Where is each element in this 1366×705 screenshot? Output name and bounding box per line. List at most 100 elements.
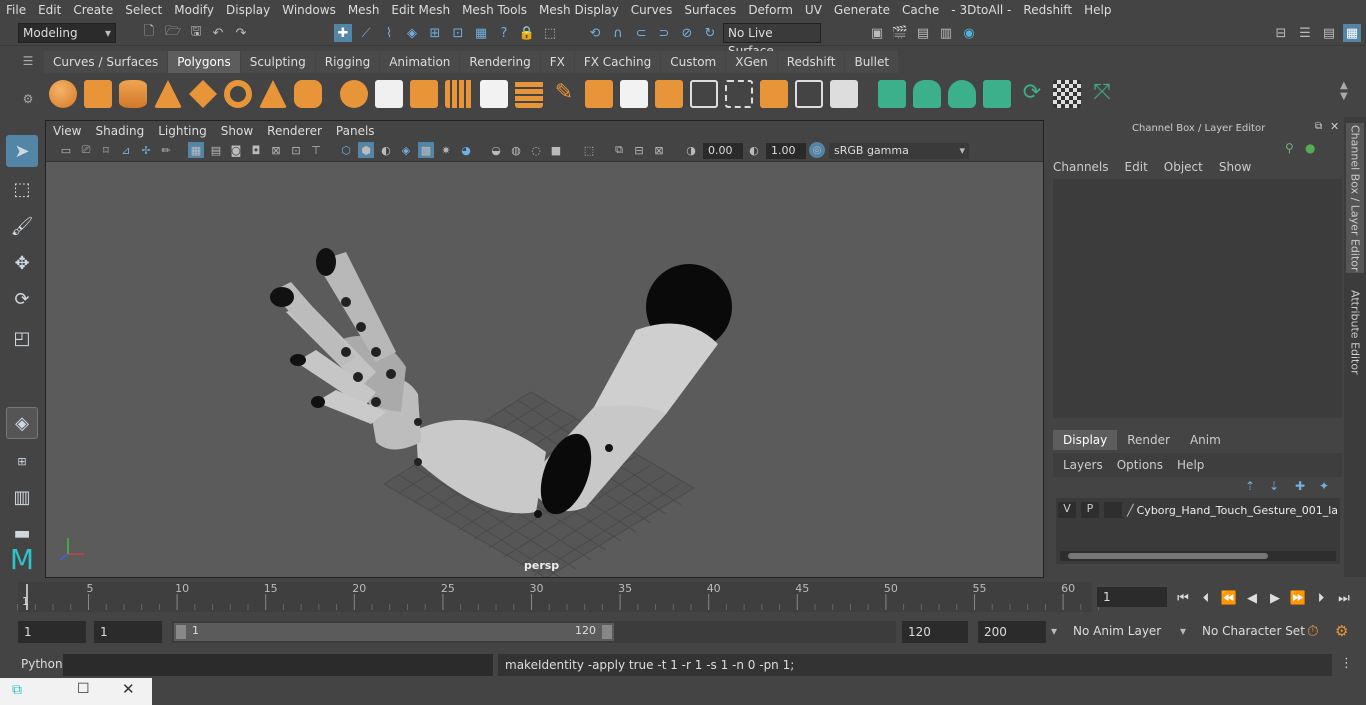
render-frame-icon[interactable]: 🎬 (891, 24, 909, 42)
poly-pyramid-icon[interactable] (259, 80, 287, 108)
tab-custom[interactable]: Custom (661, 51, 726, 73)
four-view-layout-icon[interactable]: ⊞ (6, 445, 38, 477)
go-to-end-icon[interactable]: ⏭ (1335, 589, 1353, 607)
use-all-lights-icon[interactable]: ✷ (438, 142, 454, 158)
tab-rendering[interactable]: Rendering (460, 51, 540, 73)
menu-edit[interactable]: Edit (32, 0, 67, 20)
new-layer-icon[interactable]: ✚ (1295, 479, 1305, 493)
snap-grid-icon[interactable]: ◈ (403, 24, 421, 42)
time-slider[interactable]: 5101520253035404550556065707580859095100… (0, 580, 1366, 616)
insert-edge-loop-icon[interactable] (690, 80, 718, 108)
xray-components-icon[interactable]: ⊠ (651, 142, 667, 158)
field-chart-icon[interactable]: ⊠ (268, 142, 284, 158)
spherical-uv-icon[interactable] (948, 80, 976, 108)
command-input[interactable] (63, 654, 493, 676)
shelf-settings-gear-icon[interactable]: ⚙ (20, 92, 36, 108)
shadows-icon[interactable]: ◕ (458, 142, 474, 158)
film-gate-icon[interactable]: ▤ (208, 142, 224, 158)
current-frame-field[interactable]: 1 (1097, 587, 1167, 607)
layer-visibility-toggle[interactable]: V (1058, 502, 1076, 518)
hypershade-icon[interactable]: ◉ (960, 24, 978, 42)
unfold-uv-icon[interactable]: ⟳ (1018, 80, 1046, 108)
layer-display-type[interactable] (1104, 502, 1122, 518)
textured-icon[interactable]: ▩ (418, 142, 434, 158)
tab-channel-box-layer-editor[interactable]: Channel Box / Layer Editor (1346, 123, 1364, 273)
maya-app-icon[interactable]: ⧉ (12, 682, 22, 698)
tab-sculpting[interactable]: Sculpting (240, 51, 315, 73)
snap-point-icon[interactable]: ⊡ (449, 24, 467, 42)
viewport-menu-view[interactable]: View (46, 124, 88, 138)
ipr-render-icon[interactable]: ▤ (914, 24, 932, 42)
channel-menu-show[interactable]: Show (1219, 160, 1251, 174)
scale-tool-icon[interactable]: ◰ (6, 322, 38, 354)
play-forwards-icon[interactable]: ▶ (1266, 589, 1284, 607)
poly-cylinder-icon[interactable] (119, 80, 147, 108)
script-editor-icon[interactable]: ⋮ (1340, 656, 1353, 671)
tab-attribute-editor[interactable]: Attribute Editor (1346, 282, 1364, 382)
tab-fx-caching[interactable]: FX Caching (574, 51, 661, 73)
viewport-menu-shading[interactable]: Shading (88, 124, 151, 138)
poly-pipe-icon[interactable] (294, 80, 322, 108)
close-icon[interactable]: ✕ (1330, 120, 1339, 133)
history-icon[interactable]: ⟲ (586, 24, 604, 42)
resolution-gate-icon[interactable]: ◙ (228, 142, 244, 158)
tab-display[interactable]: Display (1053, 430, 1118, 450)
poly-cone-icon[interactable] (154, 80, 182, 108)
bridge-icon[interactable] (620, 80, 648, 108)
fill-hole-icon[interactable] (480, 80, 508, 108)
tab-xgen[interactable]: XGen (726, 51, 777, 73)
image-plane-icon[interactable]: ⊿ (118, 142, 134, 158)
range-start-grip[interactable] (176, 625, 186, 639)
xray-joints-icon[interactable]: ⊟ (631, 142, 647, 158)
layer-menu-layers[interactable]: Layers (1063, 458, 1103, 472)
move-layer-up-icon[interactable]: ⇡ (1245, 479, 1255, 493)
channel-menu-edit[interactable]: Edit (1125, 160, 1148, 174)
collapse-icon[interactable] (795, 80, 823, 108)
snap-surface-icon[interactable]: ? (495, 24, 513, 42)
paint-select-tool-icon[interactable]: 🖌 (6, 210, 38, 242)
select-by-hierarchy-icon[interactable]: ✚ (334, 24, 352, 42)
grease-pencil-icon[interactable]: ✏ (158, 142, 174, 158)
select-by-object-icon[interactable]: ⟋ (357, 24, 375, 42)
tab-redshift[interactable]: Redshift (777, 51, 845, 73)
tool-settings-icon[interactable]: ▤ (1320, 24, 1338, 42)
channel-menu-channels[interactable]: Channels (1053, 160, 1109, 174)
tab-bullet[interactable]: Bullet (845, 51, 899, 73)
smooth-icon[interactable] (445, 80, 473, 108)
target-weld-icon[interactable] (760, 80, 788, 108)
multi-cut-icon[interactable] (725, 80, 753, 108)
menu-mesh[interactable]: Mesh (342, 0, 386, 20)
anti-aliasing-icon[interactable]: ◌ (528, 142, 544, 158)
chevron-down-icon[interactable]: ▾ (1180, 624, 1186, 638)
grid-icon[interactable]: ▦ (188, 142, 204, 158)
2d-pan-zoom-icon[interactable]: ✢ (138, 142, 154, 158)
render-view-icon[interactable]: ▥ (937, 24, 955, 42)
reduce-icon[interactable] (515, 80, 543, 108)
scene-end-field[interactable]: 200 (978, 621, 1046, 643)
isolate-select-icon[interactable]: ⬚ (581, 142, 597, 158)
screen-space-ao-icon[interactable]: ◒ (488, 142, 504, 158)
depth-of-field-icon[interactable]: ■ (548, 142, 564, 158)
render-settings-icon[interactable]: ▣ (868, 24, 886, 42)
uv-editor-icon[interactable]: ⤧ (1088, 80, 1116, 108)
viewport-menu-renderer[interactable]: Renderer (260, 124, 329, 138)
auto-key-icon[interactable]: ⏱ (1307, 622, 1319, 640)
separate-icon[interactable] (375, 80, 403, 108)
3d-scene[interactable]: persp (46, 162, 1043, 577)
smooth-shade-icon[interactable]: ⬢ (358, 142, 374, 158)
sculpt-icon[interactable]: ✎ (550, 80, 578, 108)
workspace-dropdown[interactable]: Modeling ▾ (18, 23, 116, 43)
range-slider[interactable]: 1 120 (172, 621, 896, 643)
playback-end-field[interactable]: 120 (902, 621, 968, 643)
xray-icon[interactable]: ⧉ (611, 142, 627, 158)
wireframe-on-shaded-icon[interactable]: ◈ (398, 142, 414, 158)
shelf-menu-icon[interactable]: ☰ (20, 54, 36, 70)
tab-polygons[interactable]: Polygons (168, 51, 240, 73)
layer-scrollbar-thumb[interactable] (1068, 553, 1268, 559)
tab-fx[interactable]: FX (540, 51, 574, 73)
step-back-key-icon[interactable]: ⏪ (1220, 589, 1238, 607)
chevron-down-icon[interactable]: ▾ (1051, 624, 1057, 638)
safe-action-icon[interactable]: ⊡ (288, 142, 304, 158)
lock-icon[interactable]: 🔒 (518, 24, 536, 42)
single-view-layout-icon[interactable]: ◈ (6, 407, 38, 439)
